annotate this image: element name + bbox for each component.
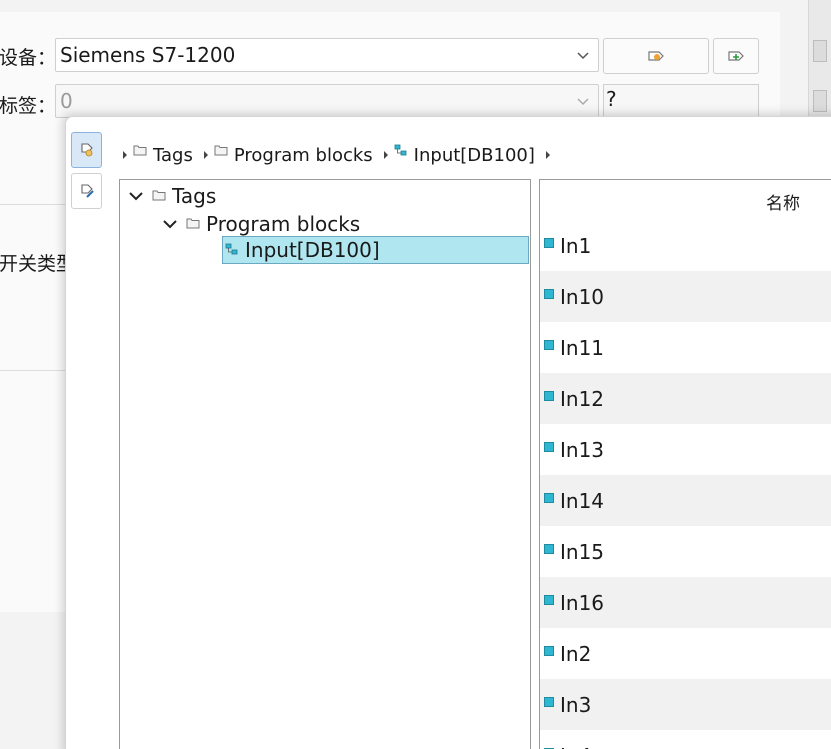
- list-item-label: In10: [560, 284, 605, 309]
- tag-icon: [544, 288, 554, 299]
- tag-icon: [544, 390, 554, 401]
- tag-icon: [544, 237, 554, 248]
- tag-extra-field[interactable]: ?: [603, 84, 759, 118]
- edit-tags-button[interactable]: [71, 173, 102, 209]
- tag-add-icon: [728, 51, 744, 61]
- tag-browser-popup: Tags Program blocks Input[DB100] Tags Pr…: [65, 116, 831, 749]
- list-item[interactable]: In11: [540, 322, 831, 373]
- list-item[interactable]: In13: [540, 424, 831, 475]
- list-item[interactable]: In14: [540, 475, 831, 526]
- list-item-label: In14: [560, 488, 605, 513]
- tag-pick-icon: [648, 51, 664, 61]
- tag-browse-icon: [80, 143, 93, 157]
- app-window: 设备： Siemens S7-1200 标签： 0 ? 开关类型 Tags Pr…: [0, 0, 831, 749]
- breadcrumb-label: Program blocks: [233, 144, 373, 166]
- tree-node-input-db100[interactable]: Input[DB100]: [222, 236, 529, 264]
- breadcrumb: Tags Program blocks Input[DB100]: [120, 141, 556, 169]
- list-item-label: In11: [560, 335, 605, 360]
- device-label: 设备：: [0, 47, 57, 69]
- device-select-value: Siemens S7-1200: [60, 43, 236, 67]
- tree-node-label: Tags: [172, 184, 217, 208]
- tag-select[interactable]: 0: [55, 84, 599, 118]
- chevron-down-icon: [577, 52, 589, 60]
- list-item-label: In16: [560, 590, 605, 615]
- chevron-down-icon: [577, 98, 589, 106]
- list-item[interactable]: In12: [540, 373, 831, 424]
- folder-icon: [186, 217, 200, 231]
- column-header-name: 名称: [766, 194, 800, 214]
- list-item[interactable]: In4: [540, 730, 831, 749]
- chevron-right-icon: [120, 148, 130, 162]
- tag-edit-icon: [80, 184, 94, 198]
- breadcrumb-item[interactable]: Program blocks: [201, 145, 381, 166]
- device-select[interactable]: Siemens S7-1200: [55, 38, 599, 72]
- scroll-thumb[interactable]: [813, 90, 827, 112]
- list-item-label: In15: [560, 539, 605, 564]
- tag-list: 名称 In1 In10 In11 In12 In13 In14 In15 In16 In2 In3…: [539, 179, 831, 749]
- folder-tree: Tags Program blocks Input[DB100]: [119, 179, 531, 749]
- folder-icon: [133, 144, 147, 158]
- list-item-label: In3: [560, 692, 592, 717]
- list-item-label: In13: [560, 437, 605, 462]
- list-item[interactable]: In2: [540, 628, 831, 679]
- breadcrumb-label: Tags: [153, 144, 193, 166]
- add-tag-button[interactable]: [713, 38, 759, 74]
- list-item-label: In12: [560, 386, 605, 411]
- list-header[interactable]: 名称: [540, 180, 831, 220]
- breadcrumb-item[interactable]: Tags: [120, 145, 201, 166]
- tag-icon: [544, 492, 554, 503]
- list-item-label: In2: [560, 641, 592, 666]
- list-item[interactable]: In3: [540, 679, 831, 730]
- tree-node-label: Input[DB100]: [245, 238, 380, 262]
- chevron-right-icon: [381, 148, 391, 162]
- scroll-thumb[interactable]: [813, 40, 827, 62]
- list-item[interactable]: In15: [540, 526, 831, 577]
- list-item[interactable]: In1: [540, 220, 831, 271]
- tree-node-tags[interactable]: Tags: [128, 182, 216, 210]
- tag-icon: [544, 339, 554, 350]
- datablock-icon: [225, 243, 239, 257]
- tag-icon: [544, 696, 554, 707]
- list-item-label: In1: [560, 233, 592, 258]
- chevron-down-icon[interactable]: [162, 216, 178, 232]
- tag-icon: [544, 441, 554, 452]
- switch-type-label: 开关类型: [0, 253, 76, 275]
- browse-tags-button[interactable]: [71, 132, 102, 168]
- tag-icon: [544, 543, 554, 554]
- tree-node-program-blocks[interactable]: Program blocks: [162, 210, 360, 238]
- folder-icon: [214, 144, 228, 158]
- tag-label: 标签：: [0, 95, 57, 117]
- chevron-right-icon[interactable]: [543, 148, 553, 162]
- tag-icon: [544, 645, 554, 656]
- tree-node-label: Program blocks: [206, 212, 361, 236]
- list-item[interactable]: In16: [540, 577, 831, 628]
- tag-select-value: 0: [60, 89, 73, 113]
- select-tag-button[interactable]: [603, 38, 709, 74]
- list-item[interactable]: In10: [540, 271, 831, 322]
- folder-icon: [152, 189, 166, 203]
- list-item-label: In4: [560, 744, 591, 749]
- datablock-icon: [394, 144, 408, 158]
- chevron-right-icon: [201, 148, 211, 162]
- breadcrumb-label: Input[DB100]: [413, 144, 535, 166]
- breadcrumb-item[interactable]: Input[DB100]: [381, 145, 543, 166]
- chevron-down-icon[interactable]: [128, 188, 144, 204]
- tag-icon: [544, 594, 554, 605]
